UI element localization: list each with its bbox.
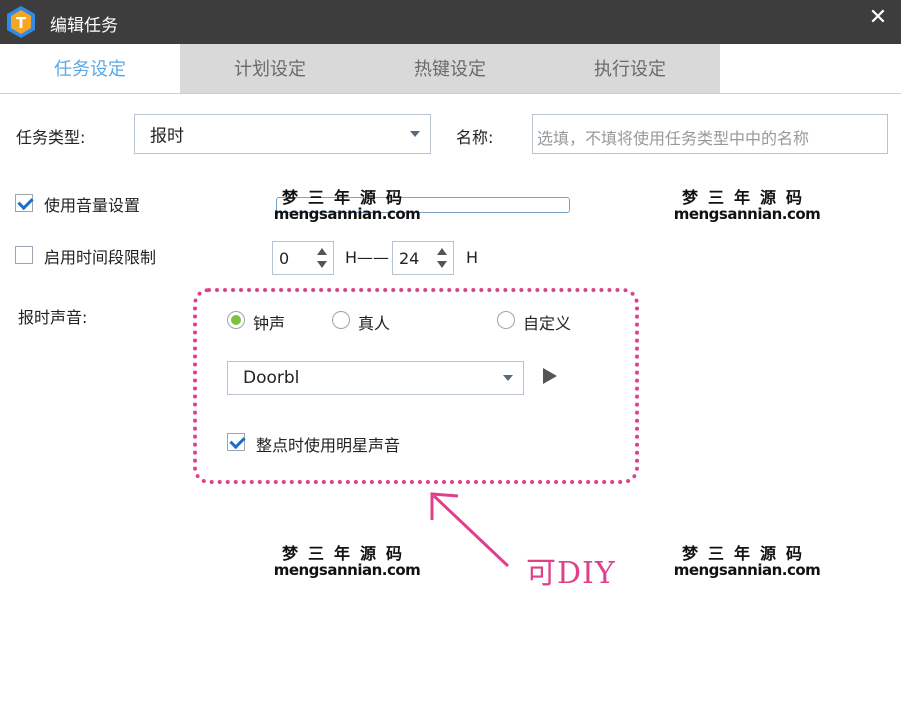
watermark: 梦三年源码 mengsannian.com <box>273 544 421 579</box>
period-separator: H—— <box>345 248 390 267</box>
task-type-select[interactable]: 报时 <box>134 114 431 154</box>
name-input-placeholder: 选填，不填将使用任务类型中中的名称 <box>537 129 810 148</box>
watermark: 梦三年源码 mengsannian.com <box>273 188 421 223</box>
watermark: 梦三年源码 mengsannian.com <box>673 188 821 223</box>
sound-label: 报时声音: <box>18 308 88 327</box>
tab-schedule-settings[interactable]: 计划设定 <box>180 44 360 94</box>
play-icon[interactable] <box>543 368 557 384</box>
sound-select-value: Doorbl <box>243 368 300 388</box>
period-checkbox-label: 启用时间段限制 <box>44 248 157 267</box>
annotation-arrow <box>430 492 510 568</box>
name-input[interactable]: 选填，不填将使用任务类型中中的名称 <box>532 114 888 154</box>
star-voice-label: 整点时使用明星声音 <box>256 436 401 455</box>
period-end-value: 24 <box>399 249 420 268</box>
tab-task-settings[interactable]: 任务设定 <box>0 44 180 94</box>
tab-divider <box>0 93 901 94</box>
stepper-down-icon[interactable] <box>437 261 447 268</box>
name-label: 名称: <box>456 128 494 147</box>
watermark: 梦三年源码 mengsannian.com <box>673 544 821 579</box>
stepper-down-icon[interactable] <box>317 261 327 268</box>
tab-hotkey-settings[interactable]: 热键设定 <box>360 44 540 94</box>
chevron-down-icon <box>410 131 420 137</box>
task-type-label: 任务类型: <box>16 128 86 147</box>
star-voice-checkbox[interactable] <box>227 433 245 451</box>
radio-human[interactable] <box>332 311 350 329</box>
stepper-up-icon[interactable] <box>317 248 327 255</box>
window-title: 编辑任务 <box>50 16 118 36</box>
svg-text:T: T <box>16 14 27 32</box>
volume-checkbox[interactable] <box>15 194 33 212</box>
period-checkbox[interactable] <box>15 246 33 264</box>
radio-custom-label: 自定义 <box>523 314 572 333</box>
period-start-stepper[interactable]: 0 <box>272 241 334 275</box>
radio-custom[interactable] <box>497 311 515 329</box>
annotation-text: 可DIY <box>526 556 616 591</box>
radio-bell[interactable] <box>227 311 245 329</box>
tab-bar: 任务设定 计划设定 热键设定 执行设定 <box>0 44 901 94</box>
app-logo-icon: T <box>7 6 35 38</box>
close-icon[interactable]: ✕ <box>863 4 893 34</box>
radio-human-label: 真人 <box>358 314 391 333</box>
tab-execution-settings[interactable]: 执行设定 <box>540 44 720 94</box>
sound-select[interactable]: Doorbl <box>227 361 524 395</box>
chevron-down-icon <box>503 375 513 381</box>
period-end-stepper[interactable]: 24 <box>392 241 454 275</box>
period-unit: H <box>466 248 479 267</box>
stepper-up-icon[interactable] <box>437 248 447 255</box>
period-start-value: 0 <box>279 249 290 268</box>
title-bar: T 编辑任务 ✕ <box>0 0 901 44</box>
radio-bell-label: 钟声 <box>253 314 286 333</box>
task-type-value: 报时 <box>150 126 184 147</box>
volume-checkbox-label: 使用音量设置 <box>44 196 141 215</box>
